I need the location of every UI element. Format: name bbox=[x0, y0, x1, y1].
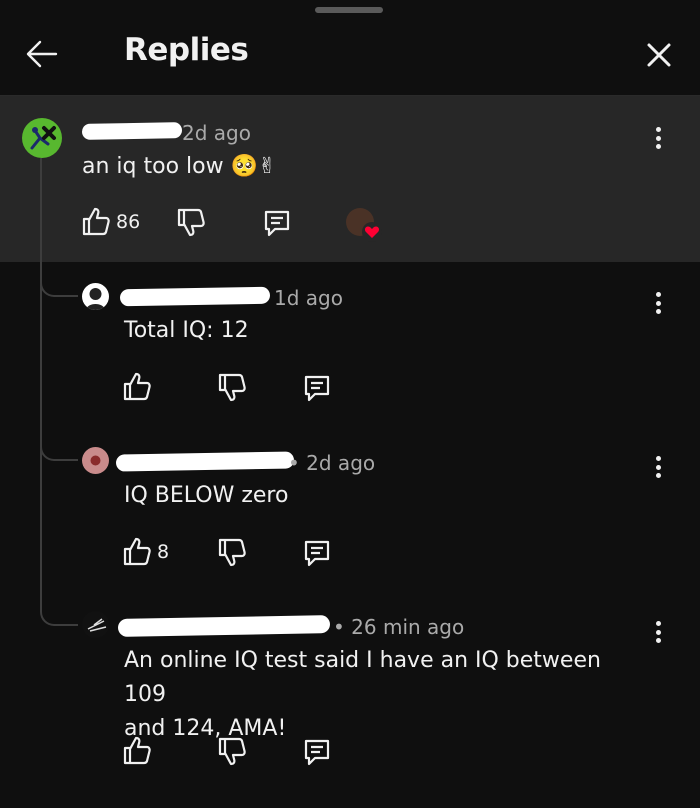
avatar-image bbox=[86, 288, 105, 310]
thread-line bbox=[40, 158, 42, 608]
comment-text: Total IQ: 12 bbox=[124, 318, 249, 343]
redacted-username bbox=[119, 286, 271, 307]
avatar-image bbox=[87, 618, 107, 632]
avatar[interactable] bbox=[22, 118, 62, 158]
close-icon[interactable] bbox=[640, 36, 678, 74]
like-count: 8 bbox=[157, 541, 170, 563]
redacted-username bbox=[115, 451, 295, 472]
more-options-button[interactable] bbox=[654, 127, 662, 153]
comment-text-line: An online IQ test said I have an IQ betw… bbox=[124, 648, 601, 707]
avatar[interactable] bbox=[82, 447, 109, 474]
thumbs-up-icon[interactable] bbox=[82, 206, 110, 236]
thumbs-up-icon[interactable] bbox=[123, 735, 151, 765]
comment-body: an iq too low bbox=[82, 154, 224, 179]
comment-timestamp: 2d ago bbox=[182, 121, 251, 145]
comment-text: An online IQ test said I have an IQ betw… bbox=[124, 644, 644, 746]
comment-emoji: 🥺✌ bbox=[230, 154, 277, 179]
thread-branch bbox=[40, 277, 78, 297]
thumbs-up-icon[interactable] bbox=[123, 536, 151, 566]
comment-timestamp: • 26 min ago bbox=[333, 615, 465, 639]
page-title: Replies bbox=[124, 32, 249, 68]
comment-text: an iq too low 🥺✌ bbox=[82, 150, 276, 184]
thread-branch bbox=[40, 606, 78, 626]
comment-text: IQ BELOW zero bbox=[124, 483, 289, 508]
reply-icon[interactable] bbox=[302, 538, 332, 568]
avatar-image bbox=[90, 455, 101, 466]
comment-timestamp: 1d ago bbox=[274, 286, 343, 310]
thumbs-up-icon[interactable] bbox=[123, 371, 151, 401]
replies-header: Replies bbox=[0, 20, 700, 96]
more-options-button[interactable] bbox=[654, 621, 662, 647]
avatar-image bbox=[30, 126, 56, 150]
creator-heart-icon bbox=[362, 222, 382, 242]
reply-icon[interactable] bbox=[262, 208, 292, 238]
reply-icon[interactable] bbox=[302, 737, 332, 767]
back-arrow-icon[interactable] bbox=[22, 34, 62, 74]
thread-branch bbox=[40, 441, 78, 461]
thumbs-down-icon[interactable] bbox=[218, 373, 246, 403]
thumbs-down-icon[interactable] bbox=[218, 538, 246, 568]
comment-text-line: and 124, AMA! bbox=[124, 716, 287, 741]
avatar[interactable] bbox=[82, 611, 109, 638]
redacted-username bbox=[81, 122, 183, 140]
thumbs-down-icon[interactable] bbox=[177, 208, 205, 238]
avatar[interactable] bbox=[82, 283, 109, 310]
like-count: 86 bbox=[116, 211, 141, 233]
thumbs-down-icon[interactable] bbox=[218, 737, 246, 767]
redacted-username bbox=[117, 615, 331, 637]
drag-handle[interactable] bbox=[315, 7, 383, 13]
comment-timestamp: • 2d ago bbox=[288, 451, 376, 475]
reply-icon[interactable] bbox=[302, 373, 332, 403]
more-options-button[interactable] bbox=[654, 456, 662, 482]
more-options-button[interactable] bbox=[654, 292, 662, 318]
